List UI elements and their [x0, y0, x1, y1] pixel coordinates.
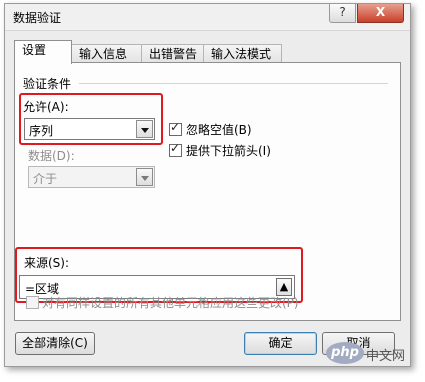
tab-ime-mode[interactable]: 输入法模式 [203, 44, 282, 63]
ignore-blank-checkbox[interactable] [169, 120, 182, 136]
in-cell-dropdown-checkbox[interactable] [169, 141, 182, 157]
dialog-title: 数据验证 [13, 11, 62, 25]
group-divider [79, 83, 388, 84]
watermark-text: 中文网 [366, 349, 406, 364]
ok-button[interactable]: 确定 [244, 332, 317, 355]
data-label: 数据(D): [28, 149, 75, 163]
ignore-blank-label: 忽略空值(B) [186, 123, 252, 137]
tab-input-message[interactable]: 输入信息 [71, 44, 142, 63]
close-button[interactable]: X [357, 4, 404, 23]
tab-settings[interactable]: 设置 [14, 40, 72, 64]
php-logo: php [326, 342, 364, 364]
help-button[interactable]: ? [329, 4, 356, 23]
apply-all-checkbox [26, 296, 39, 309]
title-bar: 数据验证 ? X [5, 4, 410, 31]
data-validation-dialog: 数据验证 ? X 设置 输入信息 出错警告 输入法模式 验证条件 允许(A): … [4, 3, 411, 367]
tab-error-alert[interactable]: 出错警告 [141, 44, 204, 63]
data-dropdown: 介于 [28, 166, 155, 188]
in-cell-dropdown-label: 提供下拉箭头(I) [186, 144, 271, 158]
data-value: 介于 [33, 172, 58, 186]
settings-panel: 验证条件 允许(A): 序列 忽略空值(B) 提供下拉箭头(I) 数据(D): … [14, 62, 401, 321]
chevron-down-icon [136, 168, 153, 186]
watermark: php 中文网 [326, 342, 421, 366]
highlight-box-allow [19, 93, 163, 145]
clear-all-button[interactable]: 全部清除(C) [15, 332, 95, 355]
criteria-group-title: 验证条件 [23, 77, 72, 91]
apply-all-label: 对有同样设置的所有其他单元格应用这些更改(P) [42, 296, 299, 310]
